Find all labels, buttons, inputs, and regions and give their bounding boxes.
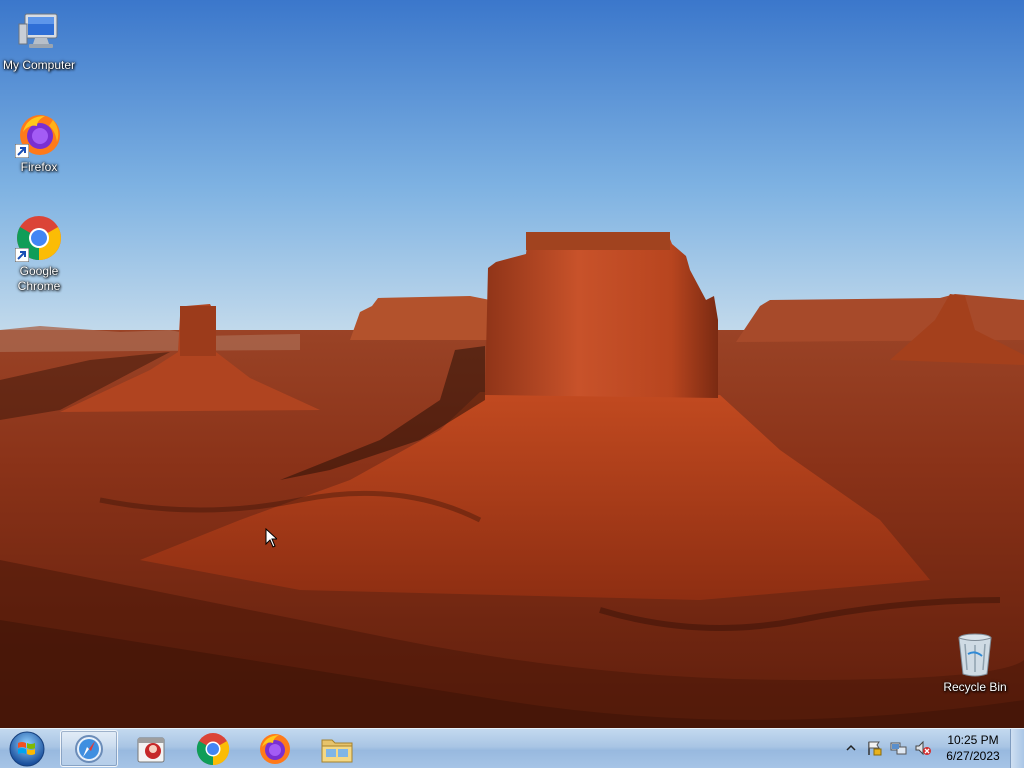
- show-hidden-icons-chevron-icon[interactable]: [845, 742, 857, 754]
- my-computer-label: My Computer: [2, 58, 76, 72]
- taskbar: 10:25 PM 6/27/2023: [0, 728, 1024, 768]
- clock-date: 6/27/2023: [946, 749, 1000, 763]
- my-computer-icon: [15, 8, 63, 56]
- desktop[interactable]: My Computer Firefox Google Chrome Recycl…: [0, 0, 1024, 768]
- system-clock[interactable]: 10:25 PM 6/27/2023: [937, 732, 1009, 764]
- network-icon[interactable]: [890, 740, 908, 756]
- shortcut-arrow-icon: [15, 248, 29, 262]
- shortcut-arrow-icon: [15, 144, 29, 158]
- recycle-bin-desktop-icon[interactable]: Recycle Bin: [937, 630, 1013, 695]
- clock-time: 10:25 PM: [947, 733, 999, 747]
- windows-start-orb-icon: [9, 731, 45, 767]
- firefox-icon: [15, 110, 63, 158]
- desktop-wallpaper: [0, 0, 1024, 728]
- show-desktop-button[interactable]: [1010, 729, 1024, 768]
- app-icon: [137, 737, 165, 763]
- taskbar-chrome-button[interactable]: [184, 730, 242, 767]
- firefox-desktop-icon[interactable]: Firefox: [1, 110, 77, 175]
- taskbar-safari-button[interactable]: [60, 730, 118, 767]
- safari-icon: [75, 735, 103, 763]
- google-chrome-desktop-icon[interactable]: Google Chrome: [1, 214, 77, 294]
- recycle-bin-icon: [951, 630, 999, 678]
- chrome-icon: [15, 214, 63, 262]
- firefox-icon: [260, 734, 290, 764]
- action-center-flag-icon[interactable]: [866, 740, 882, 756]
- google-chrome-label: Google Chrome: [17, 264, 61, 293]
- file-explorer-icon: [321, 739, 353, 763]
- volume-muted-icon[interactable]: [914, 740, 932, 756]
- taskbar-file-explorer-button[interactable]: [308, 730, 366, 767]
- firefox-label: Firefox: [20, 160, 58, 174]
- taskbar-app-button[interactable]: [122, 730, 180, 767]
- recycle-bin-label: Recycle Bin: [943, 680, 1007, 694]
- my-computer-desktop-icon[interactable]: My Computer: [1, 8, 77, 73]
- start-button[interactable]: [4, 730, 50, 767]
- chrome-icon: [196, 733, 230, 766]
- taskbar-firefox-button[interactable]: [246, 730, 304, 767]
